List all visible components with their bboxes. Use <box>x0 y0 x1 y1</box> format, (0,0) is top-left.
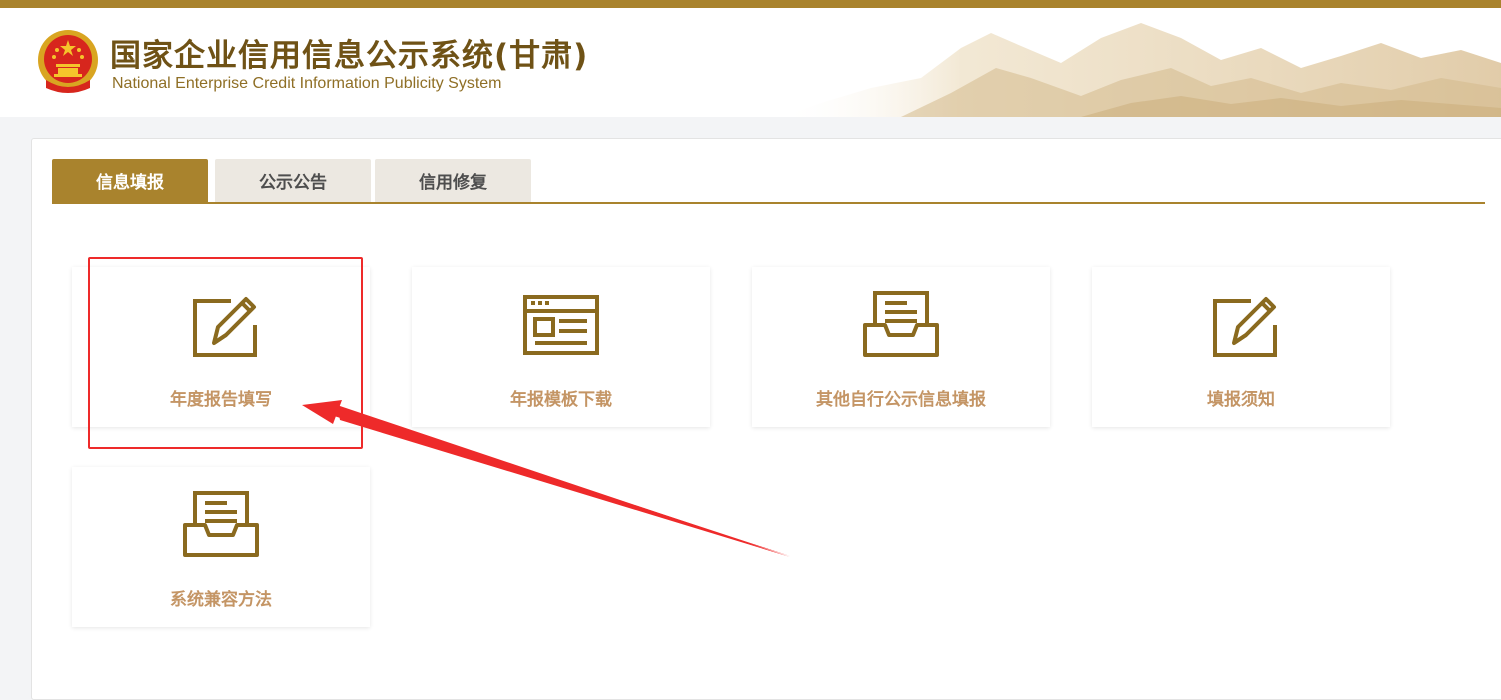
card-label: 其他自行公示信息填报 <box>816 390 986 410</box>
site-title: 国家企业信用信息公示系统(甘肃) <box>110 38 589 74</box>
card-annual-report-filling[interactable]: 年度报告填写 <box>72 267 370 427</box>
edit-pencil-icon <box>1213 297 1277 357</box>
card-filing-instructions[interactable]: 填报须知 <box>1092 267 1390 427</box>
card-system-compatibility[interactable]: 系统兼容方法 <box>72 467 370 627</box>
card-label: 年报模板下载 <box>510 390 612 410</box>
top-accent-bar <box>0 0 1501 8</box>
card-label: 系统兼容方法 <box>170 590 272 610</box>
card-template-download[interactable]: 年报模板下载 <box>412 267 710 427</box>
tab-credit-repair[interactable]: 信用修复 <box>375 159 531 202</box>
card-label: 年度报告填写 <box>170 390 272 410</box>
national-emblem-icon <box>38 30 98 93</box>
tab-info-filing[interactable]: 信息填报 <box>52 159 208 202</box>
site-subtitle-english: National Enterprise Credit Information P… <box>112 75 502 92</box>
edit-pencil-icon <box>193 297 257 357</box>
card-label: 填报须知 <box>1207 390 1275 410</box>
mountain-banner-image <box>781 23 1501 117</box>
site-header: 国家企业信用信息公示系统(甘肃) National Enterprise Cre… <box>0 8 1501 117</box>
card-other-disclosure-filling[interactable]: 其他自行公示信息填报 <box>752 267 1050 427</box>
inbox-tray-icon <box>863 291 939 357</box>
tab-public-notice[interactable]: 公示公告 <box>215 159 371 202</box>
tab-bar: 信息填报 公示公告 信用修复 <box>52 159 1485 204</box>
inbox-tray-icon <box>183 491 259 557</box>
template-document-icon <box>523 295 599 355</box>
